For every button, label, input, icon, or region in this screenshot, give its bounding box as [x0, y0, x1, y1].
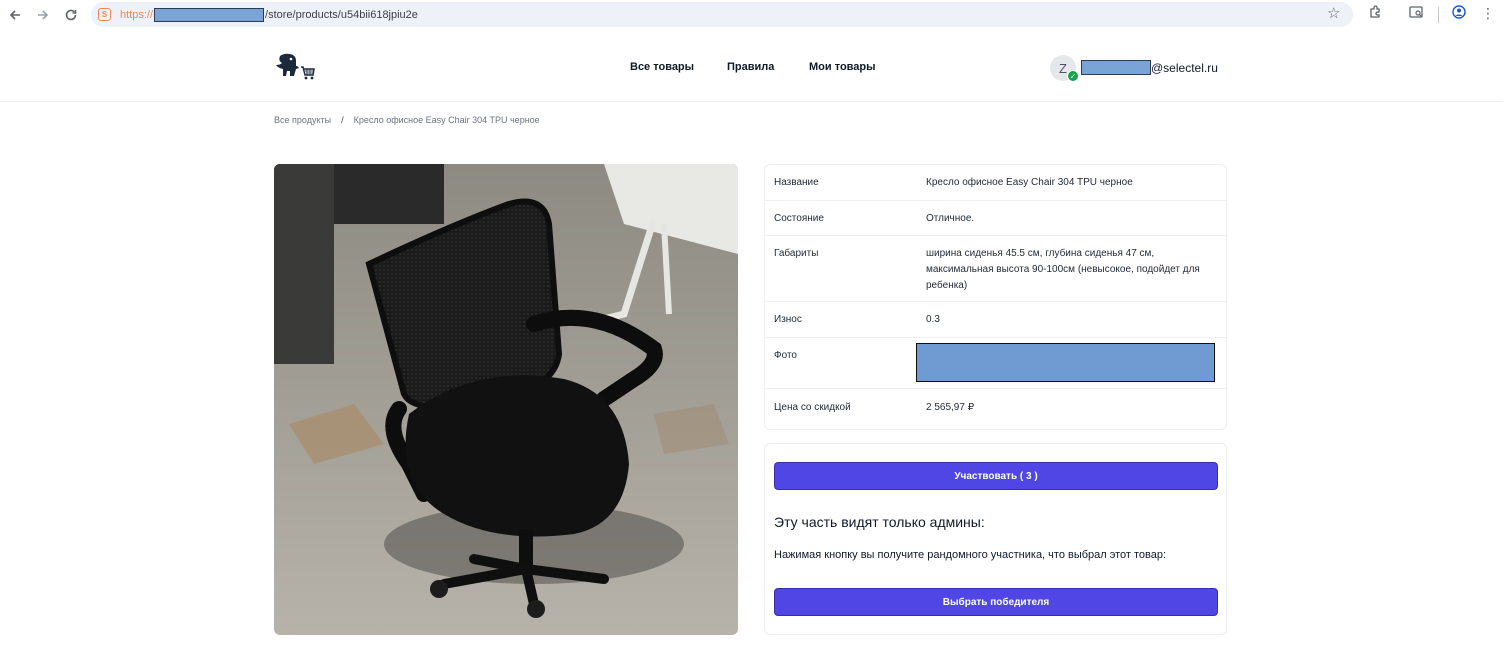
detail-value: ширина сиденья 45.5 см, глубина сиденья … — [926, 248, 1200, 291]
detail-key: Цена со скидкой — [774, 402, 851, 413]
star-icon[interactable]: ☆ — [1327, 4, 1340, 22]
site-header: Все товары Правила Мои товары Z ✓ @selec… — [0, 32, 1503, 102]
product-details: Название Кресло офисное Easy Chair 304 T… — [764, 164, 1227, 430]
actions-panel: Участвовать ( 3 ) Эту часть видят только… — [764, 443, 1227, 635]
reload-icon[interactable] — [61, 5, 81, 25]
site-info-icon[interactable]: S — [98, 8, 111, 21]
back-arrow-icon[interactable] — [5, 5, 25, 25]
forward-arrow-icon[interactable] — [33, 5, 53, 25]
nav-my-products[interactable]: Мои товары — [809, 61, 876, 73]
profile-icon[interactable] — [1449, 5, 1469, 22]
detail-row-photo: Фото — [765, 338, 1226, 389]
detail-key: Габариты — [774, 248, 819, 259]
detail-value: Кресло офисное Easy Chair 304 TPU черное — [926, 177, 1133, 188]
detail-key: Фото — [774, 350, 797, 361]
breadcrumb-separator: / — [341, 115, 344, 125]
detail-key: Состояние — [774, 213, 824, 224]
url-path: /store/products/u54bii618jpiu2e — [265, 9, 418, 21]
breadcrumb-current: Кресло офисное Easy Chair 304 TPU черное — [353, 115, 540, 125]
redacted-photo-link — [916, 343, 1215, 382]
detail-value: Отличное. — [926, 213, 975, 224]
redacted-host — [154, 8, 265, 22]
detail-value: 2 565,97 ₽ — [926, 402, 975, 413]
user-email[interactable]: @selectel.ru — [1081, 60, 1218, 75]
email-domain: @selectel.ru — [1151, 60, 1218, 75]
detail-row-name: Название Кресло офисное Easy Chair 304 T… — [765, 165, 1226, 201]
breadcrumb: Все продукты / Кресло офисное Easy Chair… — [274, 115, 540, 125]
participate-button[interactable]: Участвовать ( 3 ) — [774, 462, 1218, 490]
toolbar-divider — [1438, 7, 1439, 23]
detail-row-condition: Состояние Отличное. — [765, 201, 1226, 236]
admin-section-text: Нажимая кнопку вы получите рандомного уч… — [774, 549, 1167, 561]
detail-value: 0.3 — [926, 314, 940, 325]
extensions-icon[interactable] — [1365, 5, 1385, 22]
admin-section-title: Эту часть видят только админы: — [774, 514, 985, 530]
nav-rules[interactable]: Правила — [727, 61, 774, 73]
nav-all-products[interactable]: Все товары — [630, 61, 694, 73]
dino-cart-logo-icon[interactable] — [274, 52, 316, 82]
check-icon: ✓ — [1067, 70, 1079, 82]
detail-key: Износ — [774, 314, 802, 325]
detail-row-dimensions: Габариты ширина сиденья 45.5 см, глубина… — [765, 236, 1226, 302]
redacted-email-user — [1081, 60, 1151, 75]
breadcrumb-root[interactable]: Все продукты — [274, 115, 331, 125]
pick-winner-button[interactable]: Выбрать победителя — [774, 588, 1218, 616]
detail-row-price: Цена со скидкой 2 565,97 ₽ — [765, 389, 1226, 430]
detail-row-wear: Износ 0.3 — [765, 302, 1226, 338]
url-scheme: https:// — [120, 9, 154, 21]
browser-toolbar: S https:// /store/products/u54bii618jpiu… — [0, 0, 1503, 30]
address-bar[interactable]: S https:// /store/products/u54bii618jpiu… — [91, 2, 1353, 27]
detail-key: Название — [774, 177, 819, 188]
product-photo — [274, 164, 738, 635]
tab-search-icon[interactable] — [1406, 5, 1426, 22]
kebab-menu-icon[interactable]: ⋮ — [1478, 5, 1498, 22]
url-text: https:// /store/products/u54bii618jpiu2e — [120, 8, 418, 22]
